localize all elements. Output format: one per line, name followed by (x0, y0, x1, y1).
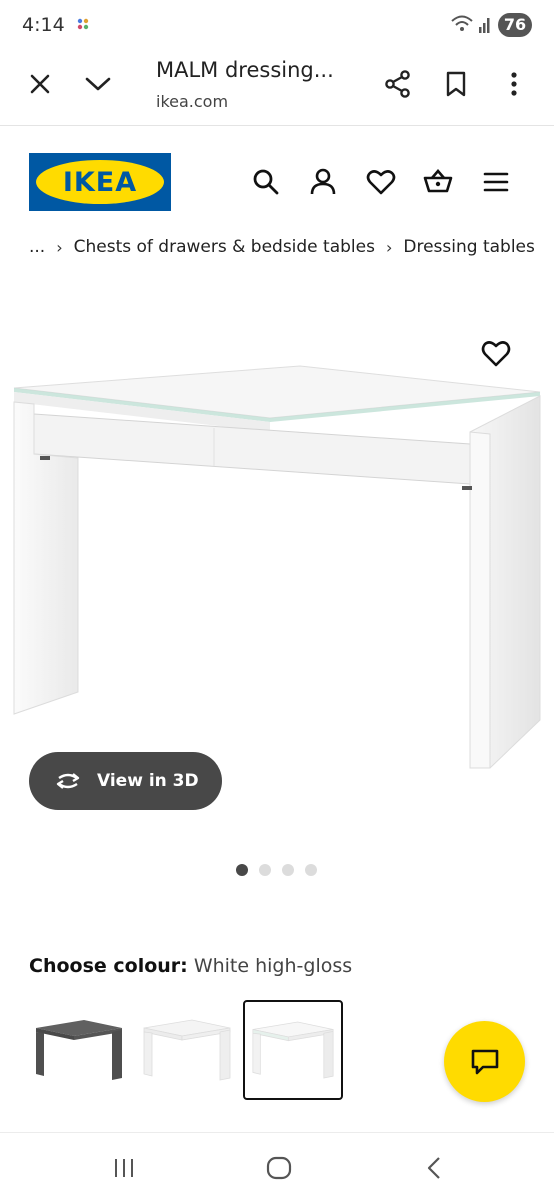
carousel-dot[interactable] (259, 864, 271, 876)
more-options-button[interactable] (492, 62, 536, 106)
menu-icon[interactable] (481, 167, 511, 197)
bookmark-icon (446, 71, 466, 97)
swatch-image (143, 1019, 231, 1081)
back-button[interactable] (414, 1153, 454, 1183)
view-in-3d-label: View in 3D (97, 771, 199, 791)
breadcrumb-item-chests-of-drawers[interactable]: Chests of drawers & bedside tables (74, 237, 375, 257)
page-url[interactable]: ikea.com (156, 92, 228, 111)
rotate-3d-icon (56, 773, 80, 789)
product-image[interactable] (0, 300, 554, 780)
view-in-3d-button[interactable]: View in 3D (29, 752, 222, 810)
heart-icon[interactable] (366, 167, 396, 197)
breadcrumb-separator: › (56, 237, 63, 257)
recents-icon (115, 1159, 133, 1177)
share-button[interactable] (376, 62, 420, 106)
colour-swatch-white-high-gloss[interactable] (243, 1000, 343, 1100)
breadcrumb-ellipsis[interactable]: ... (29, 237, 45, 257)
colour-swatch-white[interactable] (137, 1000, 237, 1100)
recents-button[interactable] (104, 1153, 144, 1183)
carousel-dot[interactable] (305, 864, 317, 876)
swatch-image (252, 1021, 334, 1079)
carousel-dot[interactable] (282, 864, 294, 876)
notification-dots-icon (77, 18, 89, 30)
basket-icon[interactable] (423, 167, 453, 197)
account-icon[interactable] (308, 167, 338, 197)
close-tab-button[interactable] (18, 62, 62, 106)
breadcrumb-item-dressing-tables[interactable]: Dressing tables (403, 237, 534, 257)
browser-toolbar: MALM dressing... ikea.com (0, 52, 554, 126)
breadcrumb: ... › Chests of drawers & bedside tables… (29, 236, 535, 258)
home-button[interactable] (259, 1153, 299, 1183)
expand-toolbar-button[interactable] (76, 62, 120, 106)
page-title[interactable]: MALM dressing... (156, 58, 334, 82)
home-icon (266, 1156, 292, 1180)
colour-value: White high-gloss (193, 955, 353, 977)
close-icon (30, 74, 50, 94)
colour-swatch-black-brown[interactable] (29, 1000, 129, 1100)
colour-label: Choose colour: (29, 955, 188, 977)
system-nav-bar (0, 1132, 554, 1200)
wifi-icon (451, 15, 473, 31)
swatch-image (36, 1020, 122, 1080)
bookmark-button[interactable] (434, 62, 478, 106)
site-header: IKEA (0, 127, 554, 227)
favourite-product-icon[interactable] (480, 338, 512, 368)
back-icon (427, 1157, 440, 1179)
status-bar: 4:14 76 (0, 0, 554, 52)
chat-icon (471, 1049, 498, 1074)
more-icon (511, 72, 517, 96)
share-icon (385, 70, 410, 98)
chevron-down-icon (85, 77, 111, 91)
search-icon[interactable] (251, 167, 281, 197)
chat-button[interactable] (444, 1021, 525, 1102)
carousel-dot[interactable] (236, 864, 248, 876)
colour-chooser-label: Choose colour: White high-gloss (29, 955, 352, 977)
signal-icon (479, 18, 490, 33)
breadcrumb-separator: › (385, 237, 393, 257)
battery-badge: 76 (498, 13, 532, 37)
ikea-logo[interactable]: IKEA (29, 153, 171, 211)
logo-text: IKEA (62, 166, 138, 198)
image-carousel-dots (236, 864, 317, 876)
status-time: 4:14 (22, 14, 65, 36)
